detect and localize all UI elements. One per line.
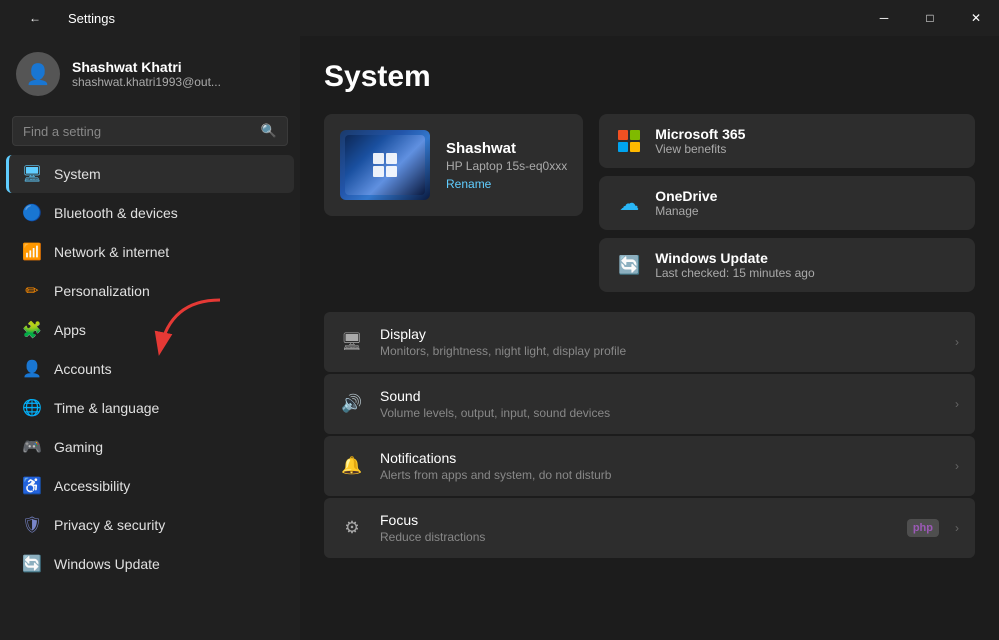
sound-icon: 🔊	[340, 392, 364, 416]
php-badge: php	[907, 519, 939, 537]
sidebar-item-bluetooth[interactable]: 🔵 Bluetooth & devices	[6, 194, 294, 232]
user-profile[interactable]: 👤 Shashwat Khatri shashwat.khatri1993@ou…	[0, 36, 300, 108]
sidebar-item-label: Apps	[54, 322, 86, 338]
sidebar-item-personalization[interactable]: ✏ Personalization	[6, 272, 294, 310]
display-chevron: ›	[955, 335, 959, 349]
search-input[interactable]	[23, 124, 253, 139]
notifications-icon: 🔔	[340, 454, 364, 478]
search-icon: 🔍	[261, 123, 277, 139]
user-name: Shashwat Khatri	[72, 59, 221, 75]
avatar: 👤	[16, 52, 60, 96]
onedrive-name: OneDrive	[655, 188, 717, 204]
gaming-icon: 🎮	[22, 437, 42, 457]
windows-logo	[373, 153, 397, 177]
winupdate-action: Last checked: 15 minutes ago	[655, 266, 814, 280]
sidebar-item-privacy[interactable]: 🛡 Privacy & security	[6, 506, 294, 544]
ms365-action: View benefits	[655, 142, 745, 156]
window-controls: ─ □ ✕	[861, 0, 999, 36]
accounts-icon: 👤	[22, 359, 42, 379]
onedrive-icon: ☁	[615, 189, 643, 217]
sidebar-item-label: Accessibility	[54, 478, 130, 494]
sound-subtitle: Volume levels, output, input, sound devi…	[380, 406, 939, 420]
app-body: 👤 Shashwat Khatri shashwat.khatri1993@ou…	[0, 36, 999, 640]
user-email: shashwat.khatri1993@out...	[72, 75, 221, 89]
sidebar-item-label: Time & language	[54, 400, 159, 416]
sidebar-item-label: Gaming	[54, 439, 103, 455]
system-icon: 🖥	[22, 164, 42, 184]
focus-chevron: ›	[955, 521, 959, 535]
personalization-icon: ✏	[22, 281, 42, 301]
maximize-button[interactable]: □	[907, 0, 953, 36]
minimize-button[interactable]: ─	[861, 0, 907, 36]
winupdate-name: Windows Update	[655, 250, 814, 266]
search-container: 🔍	[0, 108, 300, 154]
sidebar-item-time[interactable]: 🌐 Time & language	[6, 389, 294, 427]
sidebar-item-label: Personalization	[54, 283, 150, 299]
search-box[interactable]: 🔍	[12, 116, 288, 146]
focus-title: Focus	[380, 512, 891, 528]
ms365-name: Microsoft 365	[655, 126, 745, 142]
sound-chevron: ›	[955, 397, 959, 411]
display-title: Display	[380, 326, 939, 342]
close-button[interactable]: ✕	[953, 0, 999, 36]
focus-subtitle: Reduce distractions	[380, 530, 891, 544]
sound-setting[interactable]: 🔊 Sound Volume levels, output, input, so…	[324, 374, 975, 434]
sidebar-item-gaming[interactable]: 🎮 Gaming	[6, 428, 294, 466]
sidebar: 👤 Shashwat Khatri shashwat.khatri1993@ou…	[0, 36, 300, 640]
display-subtitle: Monitors, brightness, night light, displ…	[380, 344, 939, 358]
top-section: Shashwat HP Laptop 15s-eq0xxx Rename Mic…	[324, 114, 975, 292]
back-button[interactable]: ←	[12, 0, 58, 36]
apps-icon: 🧩	[22, 320, 42, 340]
main-content: System Shashwat HP Laptop 15s-eq0xxx Ren…	[300, 36, 999, 640]
sidebar-item-label: Bluetooth & devices	[54, 205, 178, 221]
ms365-icon	[615, 127, 643, 155]
sidebar-item-label: Network & internet	[54, 244, 169, 260]
network-icon: 📶	[22, 242, 42, 262]
notifications-title: Notifications	[380, 450, 939, 466]
sidebar-item-system[interactable]: 🖥 System	[6, 155, 294, 193]
device-name: Shashwat	[446, 140, 567, 157]
accessibility-icon: ♿	[22, 476, 42, 496]
winupdate-card[interactable]: 🔄 Windows Update Last checked: 15 minute…	[599, 238, 975, 292]
notifications-subtitle: Alerts from apps and system, do not dist…	[380, 468, 939, 482]
display-icon: 🖥	[340, 330, 364, 354]
time-icon: 🌐	[22, 398, 42, 418]
sidebar-item-label: System	[54, 166, 101, 182]
page-title: System	[324, 60, 975, 94]
nav-list: 🖥 System 🔵 Bluetooth & devices 📶 Network…	[0, 154, 300, 640]
privacy-icon: 🛡	[22, 515, 42, 535]
titlebar: ← Settings ─ □ ✕	[0, 0, 999, 36]
sidebar-item-label: Accounts	[54, 361, 112, 377]
focus-icon: ⚙	[340, 516, 364, 540]
sidebar-item-accounts[interactable]: 👤 Accounts	[6, 350, 294, 388]
update-icon: 🔄	[22, 554, 42, 574]
device-card[interactable]: Shashwat HP Laptop 15s-eq0xxx Rename	[324, 114, 583, 216]
sidebar-item-accessibility[interactable]: ♿ Accessibility	[6, 467, 294, 505]
display-setting[interactable]: 🖥 Display Monitors, brightness, night li…	[324, 312, 975, 372]
app-title: Settings	[68, 11, 115, 26]
ms365-card[interactable]: Microsoft 365 View benefits	[599, 114, 975, 168]
onedrive-action: Manage	[655, 204, 717, 218]
focus-setting[interactable]: ⚙ Focus Reduce distractions php ›	[324, 498, 975, 558]
services-section: Microsoft 365 View benefits ☁ OneDrive M…	[599, 114, 975, 292]
sidebar-item-network[interactable]: 📶 Network & internet	[6, 233, 294, 271]
device-model: HP Laptop 15s-eq0xxx	[446, 159, 567, 173]
sidebar-item-apps[interactable]: 🧩 Apps	[6, 311, 294, 349]
device-thumbnail	[340, 130, 430, 200]
rename-link[interactable]: Rename	[446, 177, 567, 191]
titlebar-left: ← Settings	[12, 0, 115, 36]
settings-list: 🖥 Display Monitors, brightness, night li…	[324, 312, 975, 558]
onedrive-card[interactable]: ☁ OneDrive Manage	[599, 176, 975, 230]
notifications-setting[interactable]: 🔔 Notifications Alerts from apps and sys…	[324, 436, 975, 496]
bluetooth-icon: 🔵	[22, 203, 42, 223]
sidebar-item-label: Privacy & security	[54, 517, 165, 533]
notifications-chevron: ›	[955, 459, 959, 473]
sidebar-item-label: Windows Update	[54, 556, 160, 572]
sidebar-item-update[interactable]: 🔄 Windows Update	[6, 545, 294, 583]
sound-title: Sound	[380, 388, 939, 404]
winupdate-icon: 🔄	[615, 251, 643, 279]
